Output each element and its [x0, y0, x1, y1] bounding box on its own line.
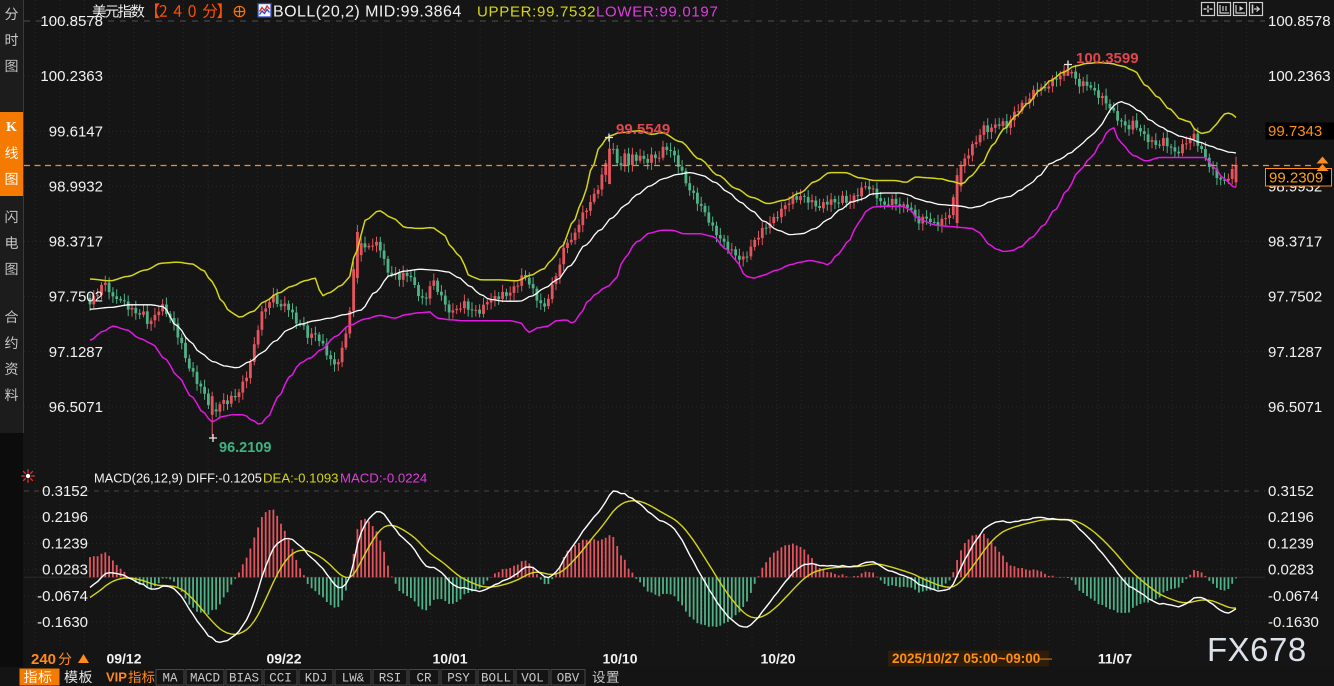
- svg-text:98.3717: 98.3717: [49, 234, 103, 251]
- svg-text:97.7502: 97.7502: [49, 289, 103, 306]
- svg-text:98.9932: 98.9932: [49, 178, 103, 195]
- svg-text:0.1239: 0.1239: [42, 535, 88, 552]
- svg-text:99.5549: 99.5549: [616, 121, 670, 138]
- svg-text:UPPER:99.7532: UPPER:99.7532: [477, 4, 596, 21]
- svg-text:99.6147: 99.6147: [49, 123, 103, 140]
- svg-text:VOL: VOL: [521, 672, 544, 686]
- svg-text:VIP: VIP: [106, 670, 127, 685]
- svg-text:98.3717: 98.3717: [1268, 234, 1322, 251]
- svg-text:MACD: MACD: [190, 672, 220, 686]
- svg-text:96.5071: 96.5071: [1268, 399, 1322, 416]
- svg-text:0.3152: 0.3152: [42, 483, 88, 500]
- svg-text:0.0283: 0.0283: [42, 562, 88, 579]
- svg-text:97.7502: 97.7502: [1268, 289, 1322, 306]
- svg-text:BOLL(20,2) MID:99.3864: BOLL(20,2) MID:99.3864: [273, 4, 462, 21]
- svg-text:100.8578: 100.8578: [1268, 13, 1331, 30]
- svg-text:97.1287: 97.1287: [1268, 344, 1322, 361]
- svg-text:11/07: 11/07: [1098, 651, 1132, 667]
- svg-text:97.1287: 97.1287: [49, 344, 103, 361]
- svg-text:OBV: OBV: [557, 672, 580, 686]
- svg-text:CR: CR: [416, 672, 432, 686]
- svg-text:CCI: CCI: [269, 672, 292, 686]
- svg-text:LW&: LW&: [342, 672, 365, 686]
- svg-text:10/01: 10/01: [432, 651, 467, 667]
- svg-text:-0.0674: -0.0674: [1268, 588, 1319, 605]
- svg-text:96.5071: 96.5071: [49, 399, 103, 416]
- svg-text:09/22: 09/22: [266, 651, 301, 667]
- svg-text:100.2363: 100.2363: [40, 68, 103, 85]
- svg-text:09/12: 09/12: [106, 651, 141, 667]
- svg-text:-0.1630: -0.1630: [37, 614, 88, 631]
- svg-text:99.2309: 99.2309: [1269, 170, 1323, 187]
- svg-text:0.2196: 0.2196: [1268, 509, 1314, 526]
- svg-text:100.2363: 100.2363: [1268, 68, 1331, 85]
- svg-text:99.7343: 99.7343: [1268, 123, 1322, 140]
- svg-text:KDJ: KDJ: [305, 672, 328, 686]
- svg-text:100.8578: 100.8578: [40, 13, 103, 30]
- svg-text:BOLL: BOLL: [481, 672, 511, 686]
- svg-text:0.1239: 0.1239: [1268, 535, 1314, 552]
- svg-text:0.0283: 0.0283: [1268, 562, 1314, 579]
- svg-text:10/20: 10/20: [760, 651, 795, 667]
- svg-text:2025/10/27 05:00~09:00: 2025/10/27 05:00~09:00: [892, 651, 1040, 666]
- svg-text:LOWER:99.0197: LOWER:99.0197: [596, 4, 719, 21]
- svg-text:PSY: PSY: [447, 672, 470, 686]
- svg-text:BIAS: BIAS: [229, 672, 259, 686]
- svg-text:0.2196: 0.2196: [42, 509, 88, 526]
- svg-text:10/10: 10/10: [602, 651, 637, 667]
- svg-text:240: 240: [31, 651, 56, 668]
- svg-text:K: K: [6, 120, 17, 135]
- svg-text:-0.0674: -0.0674: [37, 588, 88, 605]
- svg-text:MA: MA: [162, 672, 178, 686]
- svg-text:—: —: [1039, 651, 1052, 666]
- svg-text:96.2109: 96.2109: [219, 440, 271, 456]
- svg-text:-0.1630: -0.1630: [1268, 614, 1319, 631]
- svg-text:FX678: FX678: [1207, 631, 1307, 668]
- svg-text:RSI: RSI: [379, 672, 402, 686]
- svg-text:100.3599: 100.3599: [1076, 50, 1139, 67]
- svg-text:MACD(26,12,9) DIFF:-0.1205: MACD(26,12,9) DIFF:-0.1205: [94, 471, 262, 486]
- svg-text:MACD:-0.0224: MACD:-0.0224: [340, 471, 427, 486]
- svg-text:DEA:-0.1093: DEA:-0.1093: [263, 471, 339, 486]
- svg-text:0.3152: 0.3152: [1268, 483, 1314, 500]
